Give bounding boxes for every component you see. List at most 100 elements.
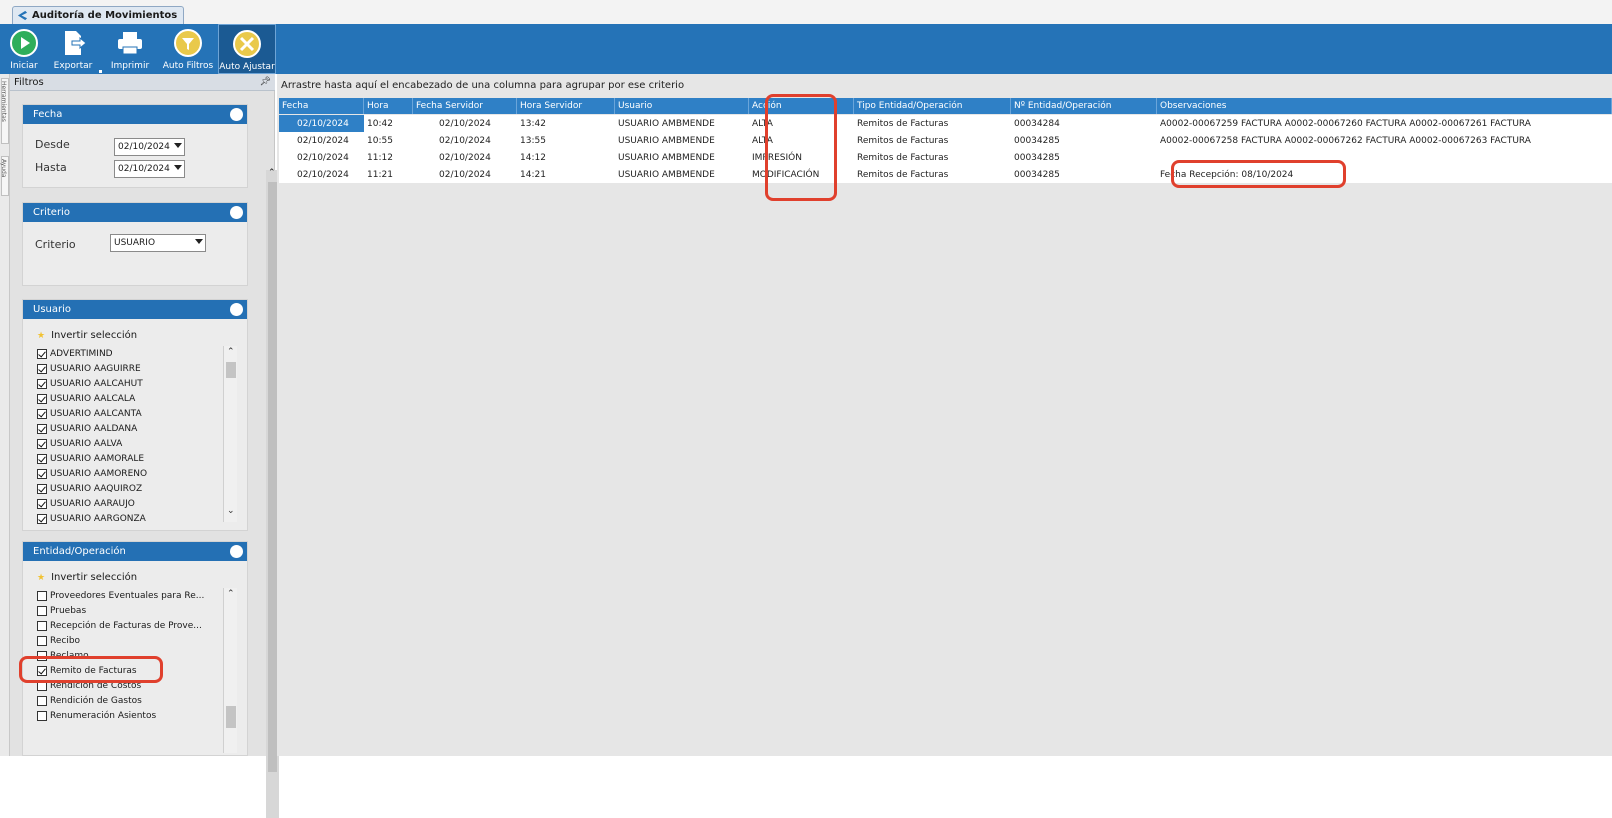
exportar-button[interactable]: Exportar	[50, 24, 96, 74]
checkbox-checked[interactable]	[37, 423, 47, 434]
checklist-item[interactable]: USUARIO AARGONZA	[37, 511, 237, 526]
checkbox-checked[interactable]	[37, 453, 47, 464]
checklist-item[interactable]: USUARIO AALCANTA	[37, 406, 237, 421]
scroll-thumb[interactable]	[226, 362, 236, 378]
cell-fecha[interactable]: 02/10/2024	[279, 132, 364, 149]
auto-filtros-button[interactable]: Auto Filtros	[160, 24, 216, 74]
cell-hora-servidor[interactable]: 13:55	[517, 132, 615, 149]
checkbox-checked[interactable]	[37, 378, 47, 389]
cell-observaciones[interactable]: A0002-00067259 FACTURA A0002-00067260 FA…	[1157, 115, 1612, 132]
cell-hora-servidor[interactable]: 13:42	[517, 115, 615, 132]
checklist-item[interactable]: Renumeración Asientos	[37, 708, 237, 723]
cell-fecha-servidor[interactable]: 02/10/2024	[413, 149, 517, 166]
table-row[interactable]: 02/10/2024 11:12 02/10/2024 14:12 USUARIO AM…	[279, 149, 1612, 166]
checkbox-checked[interactable]	[37, 513, 47, 524]
cell-fecha-servidor[interactable]: 02/10/2024	[413, 166, 517, 183]
cell-tipo-entidad[interactable]: Remitos de Facturas	[854, 166, 1011, 183]
collapse-toggle-icon[interactable]	[230, 206, 243, 219]
entidad-invert-selection[interactable]: ★ Invertir selección	[37, 572, 137, 583]
checklist-item[interactable]: ADVERTIMIND	[37, 346, 237, 361]
checkbox-checked[interactable]	[37, 468, 47, 479]
checklist-item[interactable]: Recepción de Facturas de Prove...	[37, 618, 237, 633]
collapse-toggle-icon[interactable]	[230, 545, 243, 558]
checklist-item[interactable]: USUARIO AAMORENO	[37, 466, 237, 481]
column-header-hora-servidor[interactable]: Hora Servidor	[517, 98, 615, 114]
checklist-item[interactable]: Proveedores Eventuales para Re...	[37, 588, 237, 603]
checklist-item[interactable]: USUARIO AALDANA	[37, 421, 237, 436]
checkbox-checked[interactable]	[37, 483, 47, 494]
table-row[interactable]: 02/10/2024 10:55 02/10/2024 13:55 USUARIO AM…	[279, 132, 1612, 149]
scroll-down-icon[interactable]: ⌄	[227, 506, 235, 516]
checkbox-checked[interactable]	[37, 408, 47, 419]
column-header-observaciones[interactable]: Observaciones	[1157, 98, 1612, 114]
checkbox-unchecked[interactable]	[37, 695, 47, 706]
cell-fecha[interactable]: 02/10/2024	[279, 149, 364, 166]
checkbox-checked[interactable]	[37, 393, 47, 404]
cell-numero-entidad[interactable]: 00034285	[1011, 166, 1157, 183]
checklist-item[interactable]: USUARIO AALCALA	[37, 391, 237, 406]
cell-observaciones[interactable]: A0002-00067258 FACTURA A0002-00067262 FA…	[1157, 132, 1612, 149]
cell-hora-servidor[interactable]: 14:21	[517, 166, 615, 183]
table-row[interactable]: 02/10/2024 10:42 02/10/2024 13:42 USUARIO AM…	[279, 115, 1612, 132]
cell-hora-servidor[interactable]: 14:12	[517, 149, 615, 166]
checklist-item[interactable]: USUARIO AAGUIRRE	[37, 361, 237, 376]
checkbox-unchecked[interactable]	[37, 590, 47, 601]
scroll-thumb[interactable]	[226, 706, 236, 728]
checklist-item[interactable]: Pruebas	[37, 603, 237, 618]
checkbox-checked[interactable]	[37, 363, 47, 374]
cell-numero-entidad[interactable]: 00034284	[1011, 115, 1157, 132]
document-tab[interactable]: Auditoría de Movimientos	[12, 6, 185, 24]
cell-hora[interactable]: 10:55	[364, 132, 413, 149]
column-header-fecha-servidor[interactable]: Fecha Servidor	[413, 98, 517, 114]
collapse-toggle-icon[interactable]	[230, 108, 243, 121]
pin-icon[interactable]: 📌︎	[260, 77, 271, 87]
column-header-fecha[interactable]: Fecha	[279, 98, 364, 114]
scroll-up-icon[interactable]: ⌃	[268, 168, 276, 178]
cell-fecha[interactable]: 02/10/2024	[279, 115, 364, 132]
cell-fecha-servidor[interactable]: 02/10/2024	[413, 132, 517, 149]
cell-tipo-entidad[interactable]: Remitos de Facturas	[854, 115, 1011, 132]
cell-fecha-servidor[interactable]: 02/10/2024	[413, 115, 517, 132]
usuario-list-scrollbar[interactable]: ⌃ ⌄	[223, 346, 237, 522]
cell-numero-entidad[interactable]: 00034285	[1011, 149, 1157, 166]
column-header-hora[interactable]: Hora	[364, 98, 413, 114]
checkbox-unchecked[interactable]	[37, 620, 47, 631]
column-header-tipo-entidad[interactable]: Tipo Entidad/Operación	[854, 98, 1011, 114]
usuario-group-header[interactable]: Usuario	[23, 300, 247, 319]
checkbox-unchecked[interactable]	[37, 635, 47, 646]
dropdown-dot[interactable]	[99, 70, 102, 73]
criterio-select[interactable]: USUARIO	[110, 234, 206, 252]
cell-hora[interactable]: 11:12	[364, 149, 413, 166]
side-tab-ayuda[interactable]: Ayuda	[0, 156, 9, 196]
side-tab-herramientas[interactable]: Herramientas	[0, 78, 9, 144]
cell-numero-entidad[interactable]: 00034285	[1011, 132, 1157, 149]
entidad-list-scrollbar[interactable]: ⌃	[223, 588, 237, 753]
checkbox-unchecked[interactable]	[37, 605, 47, 616]
checklist-item[interactable]: USUARIO AARAUJO	[37, 496, 237, 511]
cell-hora[interactable]: 10:42	[364, 115, 413, 132]
cell-usuario[interactable]: USUARIO AMBMENDE	[615, 132, 749, 149]
scroll-thumb[interactable]	[268, 182, 277, 772]
checklist-item[interactable]: Rendición de Gastos	[37, 693, 237, 708]
collapse-toggle-icon[interactable]	[230, 303, 243, 316]
fecha-group-header[interactable]: Fecha	[23, 105, 247, 124]
imprimir-button[interactable]: Imprimir	[108, 24, 152, 74]
column-header-numero-entidad[interactable]: Nº Entidad/Operación	[1011, 98, 1157, 114]
checkbox-checked[interactable]	[37, 348, 47, 359]
cell-usuario[interactable]: USUARIO AMBMENDE	[615, 149, 749, 166]
checklist-item[interactable]: USUARIO AALCAHUT	[37, 376, 237, 391]
auto-ajustar-button[interactable]: Auto Ajustar	[218, 24, 276, 74]
criterio-group-header[interactable]: Criterio	[23, 203, 247, 222]
cell-hora[interactable]: 11:21	[364, 166, 413, 183]
table-row[interactable]: 02/10/2024 11:21 02/10/2024 14:21 USUARIO AM…	[279, 166, 1612, 183]
column-header-usuario[interactable]: Usuario	[615, 98, 749, 114]
checkbox-checked[interactable]	[37, 498, 47, 509]
checklist-item[interactable]: Recibo	[37, 633, 237, 648]
scroll-up-icon[interactable]: ⌃	[227, 589, 235, 599]
checkbox-checked[interactable]	[37, 438, 47, 449]
cell-fecha[interactable]: 02/10/2024	[279, 166, 364, 183]
usuario-invert-selection[interactable]: ★ Invertir selección	[37, 330, 137, 341]
cell-usuario[interactable]: USUARIO AMBMENDE	[615, 166, 749, 183]
cell-tipo-entidad[interactable]: Remitos de Facturas	[854, 132, 1011, 149]
desde-date-picker[interactable]: 02/10/2024	[114, 138, 185, 156]
